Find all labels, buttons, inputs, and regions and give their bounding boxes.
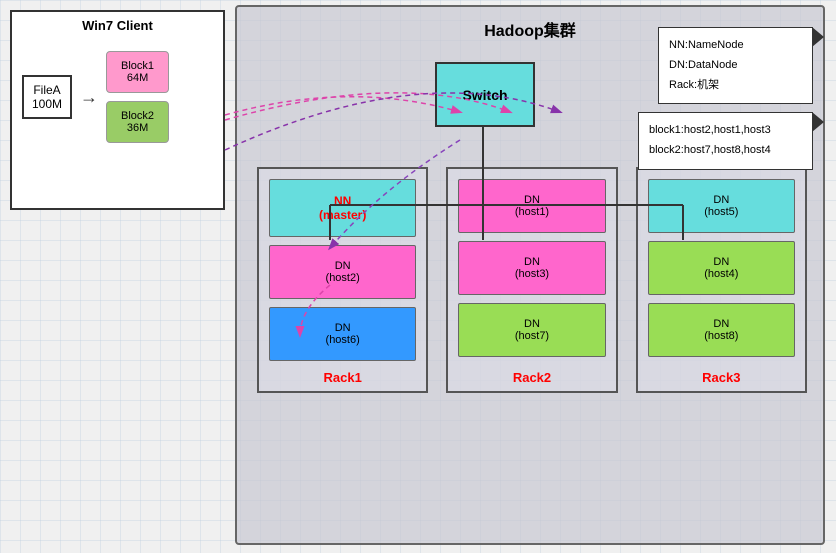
block1-size: 64M [121, 72, 154, 84]
rack3-label: Rack3 [638, 370, 805, 385]
racks-area: NN (master) DN (host2) DN (host6) Rack1 … [257, 167, 807, 393]
switch-box: Switch [435, 62, 535, 127]
legend-block-box: block1:host2,host1,host3 block2:host7,ho… [638, 112, 813, 170]
dn-host1-node: DN (host1) [458, 179, 605, 233]
dn-host3-line2: (host3) [465, 268, 598, 280]
dn-host6-line1: DN [276, 322, 409, 334]
dn-host3-line1: DN [465, 256, 598, 268]
dn-host6-node: DN (host6) [269, 307, 416, 361]
dn-host1-line2: (host1) [465, 206, 598, 218]
dn-host8-line2: (host8) [655, 330, 788, 342]
win7-title: Win7 Client [12, 12, 223, 41]
hadoop-cluster-box: Hadoop集群 Switch NN (master) DN (host2) D… [235, 5, 825, 545]
block1-box: Block1 64M [106, 51, 169, 93]
rack1-label: Rack1 [259, 370, 426, 385]
nn-line2: (master) [276, 208, 409, 222]
dn-host1-line1: DN [465, 194, 598, 206]
dn-host7-line2: (host7) [465, 330, 598, 342]
dn-host8-line1: DN [655, 318, 788, 330]
rack3: DN (host5) DN (host4) DN (host8) Rack3 [636, 167, 807, 393]
block2-box: Block2 36M [106, 101, 169, 143]
dn-host4-line2: (host4) [655, 268, 788, 280]
block1-label: Block1 [121, 60, 154, 72]
dn-host8-node: DN (host8) [648, 303, 795, 357]
dn-host4-line1: DN [655, 256, 788, 268]
dn-host5-line1: DN [655, 194, 788, 206]
dn-host2-line2: (host2) [276, 272, 409, 284]
legend-nn-line3: Rack:机架 [669, 76, 802, 96]
file-size: 100M [32, 97, 62, 111]
legend-nn-box: NN:NameNode DN:DataNode Rack:机架 [658, 27, 813, 104]
file-label: FileA [32, 83, 62, 97]
legend-nn-line2: DN:DataNode [669, 56, 802, 76]
dn-host6-line2: (host6) [276, 334, 409, 346]
legend-block-line1: block1:host2,host1,host3 [649, 121, 802, 141]
dn-host3-node: DN (host3) [458, 241, 605, 295]
blocks-column: Block1 64M Block2 36M [106, 51, 169, 143]
win7-client-box: Win7 Client FileA 100M → Block1 64M Bloc… [10, 10, 225, 210]
switch-label: Switch [462, 87, 507, 103]
block2-label: Block2 [121, 110, 154, 122]
dn-host2-line1: DN [276, 260, 409, 272]
nn-line1: NN [276, 194, 409, 208]
dn-host7-line1: DN [465, 318, 598, 330]
arrow-icon: → [80, 87, 98, 108]
rack2-label: Rack2 [448, 370, 615, 385]
rack2: DN (host1) DN (host3) DN (host7) Rack2 [446, 167, 617, 393]
dn-host2-node: DN (host2) [269, 245, 416, 299]
dn-host5-node: DN (host5) [648, 179, 795, 233]
file-box: FileA 100M [22, 75, 72, 119]
dn-host5-line2: (host5) [655, 206, 788, 218]
dn-host7-node: DN (host7) [458, 303, 605, 357]
legend-nn-line1: NN:NameNode [669, 36, 802, 56]
legend-block-line2: block2:host7,host8,host4 [649, 141, 802, 161]
block2-size: 36M [121, 122, 154, 134]
nn-master-node: NN (master) [269, 179, 416, 237]
rack1: NN (master) DN (host2) DN (host6) Rack1 [257, 167, 428, 393]
dn-host4-node: DN (host4) [648, 241, 795, 295]
